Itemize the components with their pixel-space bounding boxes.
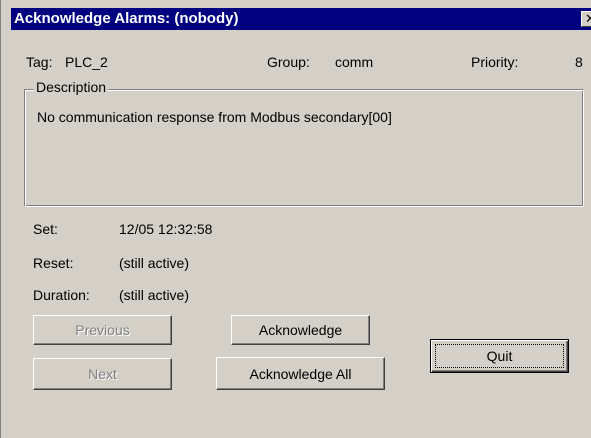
title-bar[interactable]: Acknowledge Alarms: (nobody) ✕ <box>11 8 591 30</box>
reset-label: Reset: <box>33 255 74 271</box>
acknowledge-all-button-label: Acknowledge All <box>249 365 352 382</box>
priority-value: 8 <box>575 54 583 70</box>
next-button-label: Next <box>88 366 117 382</box>
acknowledge-alarms-dialog: Acknowledge Alarms: (nobody) ✕ Tag: PLC_… <box>0 0 591 438</box>
description-text: No communication response from Modbus se… <box>37 109 392 125</box>
close-icon: ✕ <box>585 11 591 26</box>
tag-label: Tag: <box>26 54 53 70</box>
quit-button[interactable]: Quit <box>430 339 569 373</box>
duration-value: (still active) <box>119 287 190 303</box>
close-button[interactable]: ✕ <box>581 11 591 27</box>
quit-button-label: Quit <box>486 348 513 364</box>
reset-value: (still active) <box>119 255 190 271</box>
description-legend: Description <box>34 79 109 95</box>
tag-value: PLC_2 <box>65 54 108 70</box>
description-groupbox <box>24 89 584 207</box>
group-value: comm <box>335 54 374 70</box>
set-value: 12/05 12:32:58 <box>119 221 213 237</box>
acknowledge-button[interactable]: Acknowledge <box>231 315 370 345</box>
acknowledge-button-label: Acknowledge <box>258 322 343 338</box>
group-label: Group: <box>267 54 310 70</box>
previous-button[interactable]: Previous <box>33 315 172 345</box>
acknowledge-all-button[interactable]: Acknowledge All <box>216 357 385 390</box>
priority-label: Priority: <box>471 54 519 70</box>
set-label: Set: <box>33 221 58 237</box>
window-title: Acknowledge Alarms: (nobody) <box>14 10 239 27</box>
duration-label: Duration: <box>33 287 90 303</box>
previous-button-label: Previous <box>75 322 130 338</box>
next-button[interactable]: Next <box>33 358 172 390</box>
